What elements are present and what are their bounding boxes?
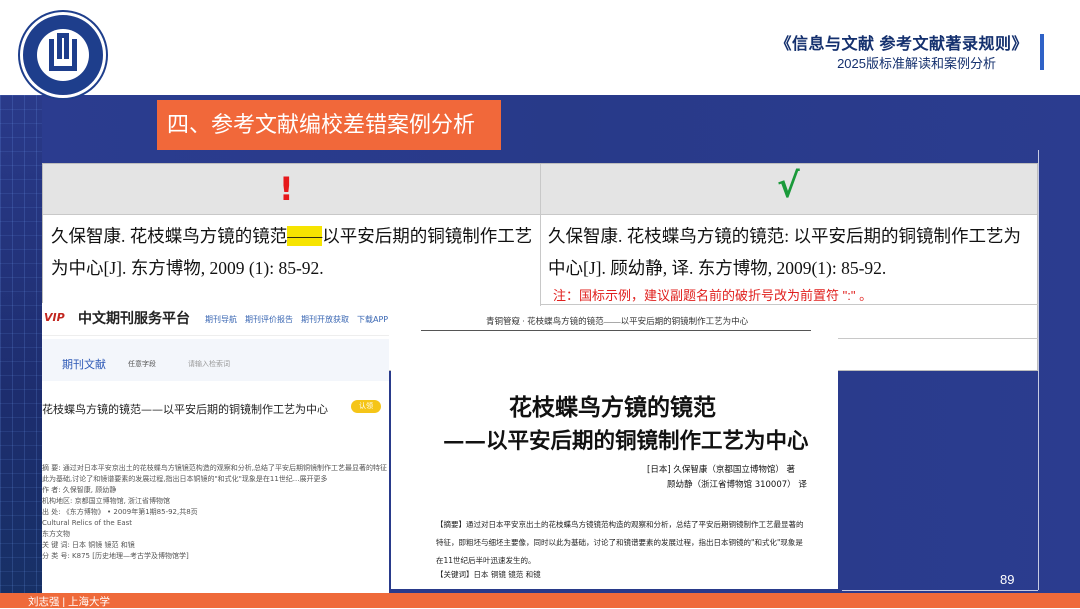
- meta-line: 摘 要: 通过对日本平安京出土的花枝蝶鸟方镜镜范构造的观察和分析,总结了平安后期…: [42, 464, 388, 472]
- paper-title: 花枝蝶鸟方镜的镜范: [509, 394, 716, 421]
- vip-logo: VIP: [44, 311, 65, 324]
- meta-line: 此为基础,讨论了和镜谱要素的发展过程,指出日本铜镜的"和式化"现象是在11世纪.…: [42, 475, 328, 483]
- section-title: 四、参考文献编校差错案例分析: [157, 100, 501, 150]
- university-logo: [20, 12, 106, 98]
- article-metadata: 摘 要: 通过对日本平安京出土的花枝蝶鸟方镜镜范构造的观察和分析,总结了平安后期…: [42, 463, 389, 562]
- meta-line: 作 者: 久保智康, 顾幼静: [42, 486, 117, 494]
- note-text: 注：国标示例，建议副题名前的破折号改为前置符 ":" 。: [553, 288, 873, 303]
- paper-abstract: 【摘要】通过对日本平安京出土的花枝蝶鸟方镜镜范构造的观察和分析，总结了平安后期铜…: [436, 520, 804, 565]
- footer-text: 刘志强 | 上海大学: [28, 596, 111, 608]
- database-topbar: VIP 中文期刊服务平台 期刊导航 期刊评价报告 期刊开放获取 下载APP: [42, 303, 389, 336]
- paper-screenshot: 青铜管窥 · 花枝蝶鸟方镜的镜范——以平安后期的铜镜制作工艺为中心 花枝蝶鸟方镜…: [391, 306, 838, 589]
- running-head: 青铜管窥 · 花枝蝶鸟方镜的镜范——以平安后期的铜镜制作工艺为中心: [486, 316, 749, 326]
- highlighted-dash: ——: [287, 226, 323, 246]
- circuit-decoration: [0, 95, 42, 600]
- field-select[interactable]: 任意字段: [128, 359, 156, 369]
- error-mark-icon: !: [279, 170, 294, 208]
- paper-translator: 顾幼静（浙江省博物馆 310007） 译: [667, 480, 807, 490]
- header-accent-bar: [1040, 34, 1044, 70]
- meta-line: Cultural Relics of the East: [42, 519, 133, 527]
- platform-nav: 期刊导航 期刊评价报告 期刊开放获取 下载APP: [205, 314, 389, 325]
- paper-keywords: 【关键词】日本 铜镜 镜范 和镜: [436, 570, 541, 579]
- frame-line: [1038, 150, 1039, 590]
- claim-badge[interactable]: 认领: [351, 400, 381, 413]
- meta-line: 出 处: 《东方博物》 • 2009年第1期85-92,共8页: [42, 508, 198, 516]
- slide-footer: 刘志强 | 上海大学: [0, 593, 1080, 608]
- database-screenshot: VIP 中文期刊服务平台 期刊导航 期刊评价报告 期刊开放获取 下载APP 期刊文献 …: [42, 303, 389, 593]
- wrong-citation: 久保智康. 花枝蝶鸟方镜的镜范——以平安后期的铜镜制作工艺为中心[J]. 东方博…: [51, 220, 537, 284]
- meta-line: 分 类 号: K875 [历史地理—考古学及博物馆学]: [42, 552, 189, 560]
- check-mark-icon: √: [777, 166, 800, 206]
- paper-author: [日本] 久保智康（京都国立博物馆） 著: [647, 465, 796, 475]
- meta-line: 机构地区: 京都国立博物馆, 浙江省博物馆: [42, 497, 171, 505]
- tab-journal-articles[interactable]: 期刊文献: [62, 356, 106, 372]
- meta-line: 东方文物: [42, 530, 70, 538]
- slide-header: 《信息与文献 参考文献著录规则》 2025版标准解读和案例分析: [0, 0, 1080, 98]
- frame-line: [842, 590, 1038, 591]
- search-input[interactable]: 请输入检索词: [188, 359, 230, 369]
- wrong-citation-part1: 久保智康. 花枝蝶鸟方镜的镜范: [51, 226, 288, 246]
- article-title: 花枝蝶鸟方镜的镜范——以平安后期的铜镜制作工艺为中心: [42, 403, 328, 416]
- paper-subtitle: ——以平安后期的铜镜制作工艺为中心: [443, 429, 809, 454]
- header-rule: [421, 330, 811, 331]
- header-subtitle: 2025版标准解读和案例分析: [837, 56, 996, 71]
- platform-name: 中文期刊服务平台: [78, 311, 190, 327]
- nav-item[interactable]: 期刊评价报告: [245, 315, 293, 324]
- nav-item[interactable]: 期刊导航: [205, 315, 237, 324]
- correct-citation: 久保智康. 花枝蝶鸟方镜的镜范: 以平安后期的铜镜制作工艺为中心[J]. 顾幼静…: [548, 226, 1021, 278]
- meta-line: 关 键 词: 日本 铜镜 镜范 和镜: [42, 541, 135, 549]
- row-divider: [541, 304, 1038, 305]
- page-number: 89: [1000, 572, 1015, 587]
- nav-item[interactable]: 期刊开放获取: [301, 315, 349, 324]
- nav-item[interactable]: 下载APP: [357, 315, 388, 324]
- header-title: 《信息与文献 参考文献著录规则》: [775, 36, 1028, 53]
